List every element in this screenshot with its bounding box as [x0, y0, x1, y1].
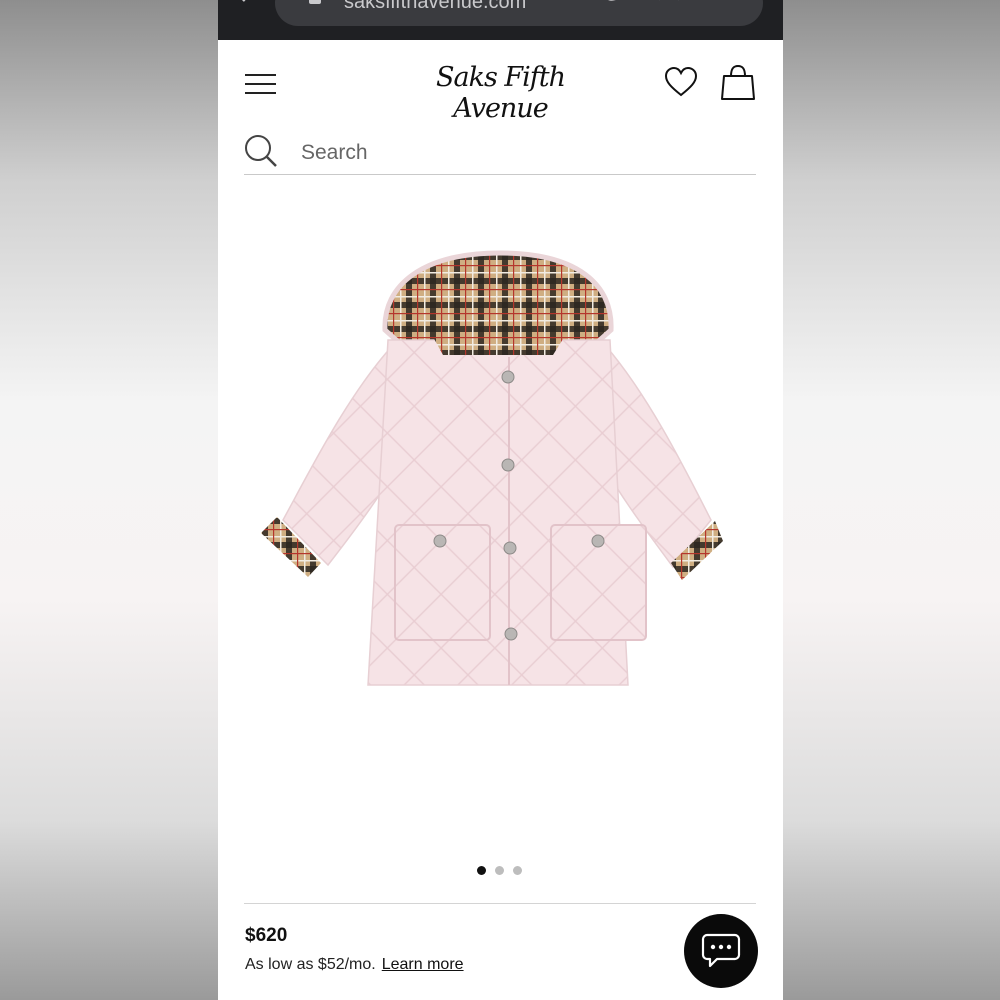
carousel-dot[interactable]	[477, 866, 486, 875]
url-text[interactable]: saksfifthavenue.com	[344, 0, 526, 14]
tabs-icon[interactable]	[716, 0, 738, 10]
carousel-indicators	[477, 866, 522, 875]
lock-icon	[309, 0, 321, 4]
chat-bubble-icon	[701, 933, 741, 968]
financing-text: As low as $52/mo.	[245, 956, 376, 973]
carousel-dot[interactable]	[495, 866, 504, 875]
browser-chrome: saksfifthavenue.com	[218, 0, 783, 40]
product-image[interactable]	[253, 245, 748, 700]
reload-icon[interactable]	[600, 0, 622, 10]
product-price: $620	[245, 925, 288, 946]
backdrop-left	[0, 0, 218, 1000]
menu-icon[interactable]	[245, 73, 276, 95]
learn-more-link[interactable]: Learn more	[382, 956, 464, 973]
heart-icon[interactable]	[664, 66, 698, 98]
search-input[interactable]	[299, 136, 743, 170]
divider	[244, 903, 756, 904]
chat-button[interactable]	[684, 914, 758, 988]
shopping-bag-icon[interactable]	[720, 64, 756, 102]
phone-screen: saksfifthavenue.com Saks Fifth Avenue Se…	[218, 0, 783, 1000]
back-icon[interactable]	[240, 0, 254, 12]
financing-info: As low as $52/mo. Learn more	[245, 956, 464, 974]
site-logo[interactable]: Saks Fifth Avenue	[408, 62, 593, 124]
bookmark-icon[interactable]	[658, 0, 680, 10]
search-bar	[244, 130, 756, 175]
search-icon[interactable]	[244, 134, 278, 168]
backdrop-right	[783, 0, 1000, 1000]
carousel-dot[interactable]	[513, 866, 522, 875]
